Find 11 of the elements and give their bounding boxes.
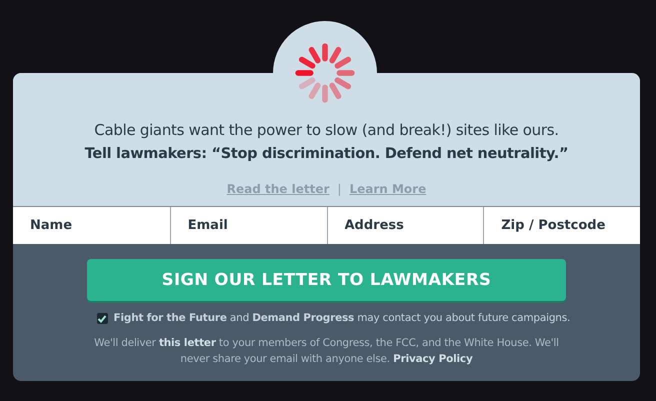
privacy-policy-link[interactable]: Privacy Policy [393,352,473,365]
consent-text: Fight for the Future and Demand Progress may contact you about future campaigns. [114,311,570,326]
privacy-notice: We'll deliver this letter to your members of Congress, the FCC, and the White House. We'll never share your email with anyone else. Privacy Policy [93,336,560,367]
link-separator: | [337,181,342,198]
learn-more-link[interactable]: Learn More [349,180,426,198]
sign-letter-button[interactable]: SIGN OUR LETTER TO LAWMAKERS [87,259,566,301]
letter-link[interactable]: this letter [158,336,216,349]
consent-checkbox[interactable] [96,313,108,324]
subheadline: Tell lawmakers: “Stop discrimination. Defend net neutrality.” [84,145,568,164]
read-letter-link[interactable]: Read the letter [226,180,330,198]
headline: Cable giants want the power to slow (and break!) sites like ours. [94,120,559,141]
